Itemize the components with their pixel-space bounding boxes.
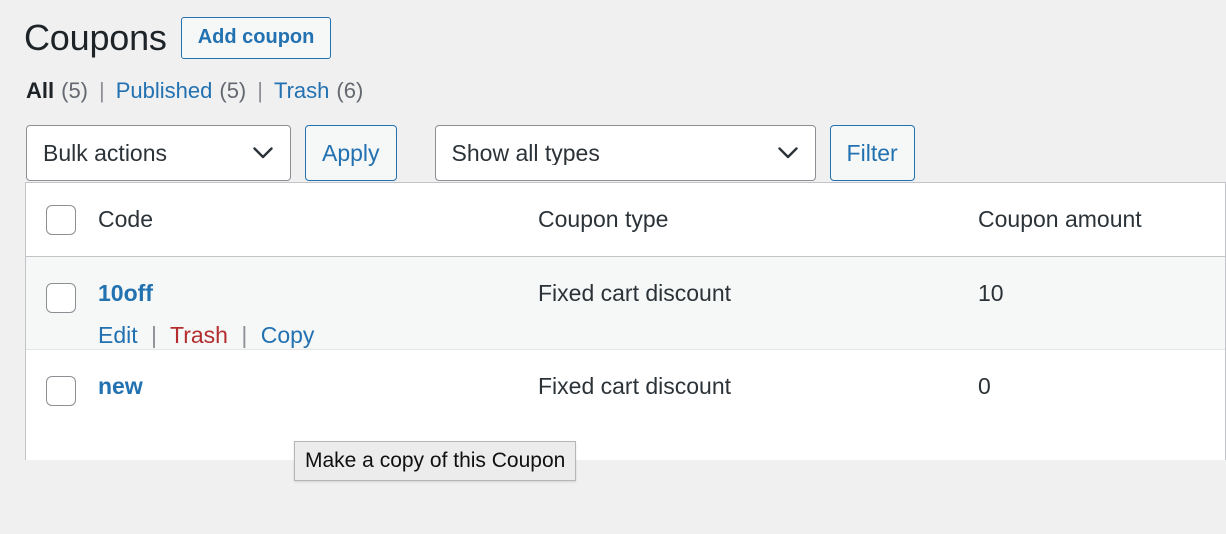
separator-glyph: | [241, 321, 248, 348]
separator-glyph: | [99, 78, 105, 103]
status-filter-published[interactable]: Published (5) [116, 80, 247, 102]
filter-button[interactable]: Filter [829, 125, 915, 181]
page-header: Coupons Add coupon [0, 0, 1226, 62]
coupon-code-link[interactable]: 10off [98, 280, 153, 308]
cell-inner [46, 350, 98, 407]
status-filter-separator-2: | [246, 80, 274, 102]
row-coupon-type-cell: Fixed cart discount [538, 257, 978, 351]
coupons-table-body: 10off Edit | Trash | Copy Fixed cart dis… [26, 257, 1225, 461]
bulk-actions-select-wrap: Bulk actions [26, 125, 291, 181]
coupon-type-value: Fixed cart discount [538, 280, 732, 306]
cell-inner: 10off Edit | Trash | Copy [98, 257, 538, 349]
column-header-coupon-amount[interactable]: Coupon amount [978, 183, 1225, 257]
row-action-trash[interactable]: Trash [170, 322, 228, 348]
row-select-checkbox[interactable] [46, 376, 76, 407]
type-filter-select-wrap: Show all types [434, 125, 816, 181]
status-filter-trash-link[interactable]: Trash [274, 80, 329, 102]
add-coupon-button[interactable]: Add coupon [180, 17, 332, 59]
table-row: 10off Edit | Trash | Copy Fixed cart dis… [26, 257, 1225, 351]
bulk-actions-select[interactable]: Bulk actions [26, 125, 291, 181]
status-filter-published-link[interactable]: Published [116, 80, 213, 102]
copy-action-tooltip: Make a copy of this Coupon [294, 441, 577, 481]
coupon-type-value: Fixed cart discount [538, 373, 732, 400]
row-action-edit[interactable]: Edit [98, 322, 138, 348]
row-checkbox-cell [26, 350, 98, 461]
status-filter-separator-1: | [88, 80, 116, 102]
coupons-table-head: Code Coupon type Coupon amount [26, 183, 1225, 257]
status-filter-trash-count: (6) [336, 78, 364, 103]
select-all-column [26, 183, 98, 257]
status-filter-all-count: (5) [61, 78, 89, 103]
row-coupon-type-cell: Fixed cart discount [538, 350, 978, 461]
separator-glyph: | [257, 78, 263, 103]
select-all-checkbox[interactable] [46, 204, 76, 235]
apply-button[interactable]: Apply [305, 125, 397, 181]
separator-glyph: | [151, 321, 158, 348]
coupon-amount-value: 0 [978, 373, 991, 400]
coupons-table: Code Coupon type Coupon amount 10off Edi… [25, 182, 1226, 461]
page-title: Coupons [24, 16, 167, 58]
row-coupon-amount-cell: 0 [978, 350, 1225, 461]
cell-inner [46, 257, 98, 313]
coupon-code-link[interactable]: new [98, 373, 143, 401]
coupons-table-wrap: Code Coupon type Coupon amount 10off Edi… [25, 182, 1226, 461]
column-header-coupon-type[interactable]: Coupon type [538, 183, 978, 257]
row-code-cell: 10off Edit | Trash | Copy [98, 257, 538, 351]
row-action-copy[interactable]: Copy [261, 322, 315, 348]
row-select-checkbox[interactable] [46, 283, 76, 313]
table-row: new Fixed cart discount 0 [26, 350, 1225, 461]
row-checkbox-cell [26, 257, 98, 351]
column-header-code[interactable]: Code [98, 183, 538, 257]
row-coupon-amount-cell: 10 [978, 257, 1225, 351]
status-filter-all[interactable]: All (5) [26, 80, 88, 102]
coupon-amount-value: 10 [978, 280, 1004, 306]
row-actions: Edit | Trash | Copy [98, 322, 538, 350]
status-filter-list: All (5) | Published (5) | Trash (6) [0, 80, 1226, 102]
status-filter-published-count: (5) [219, 78, 247, 103]
status-filter-trash[interactable]: Trash (6) [274, 80, 363, 102]
cell-inner: new [98, 350, 538, 401]
table-nav-top: Bulk actions Apply Show all types Filter [0, 124, 1226, 182]
status-filter-all-link[interactable]: All [26, 80, 54, 102]
type-filter-select[interactable]: Show all types [434, 125, 816, 181]
table-header-row: Code Coupon type Coupon amount [26, 183, 1225, 257]
